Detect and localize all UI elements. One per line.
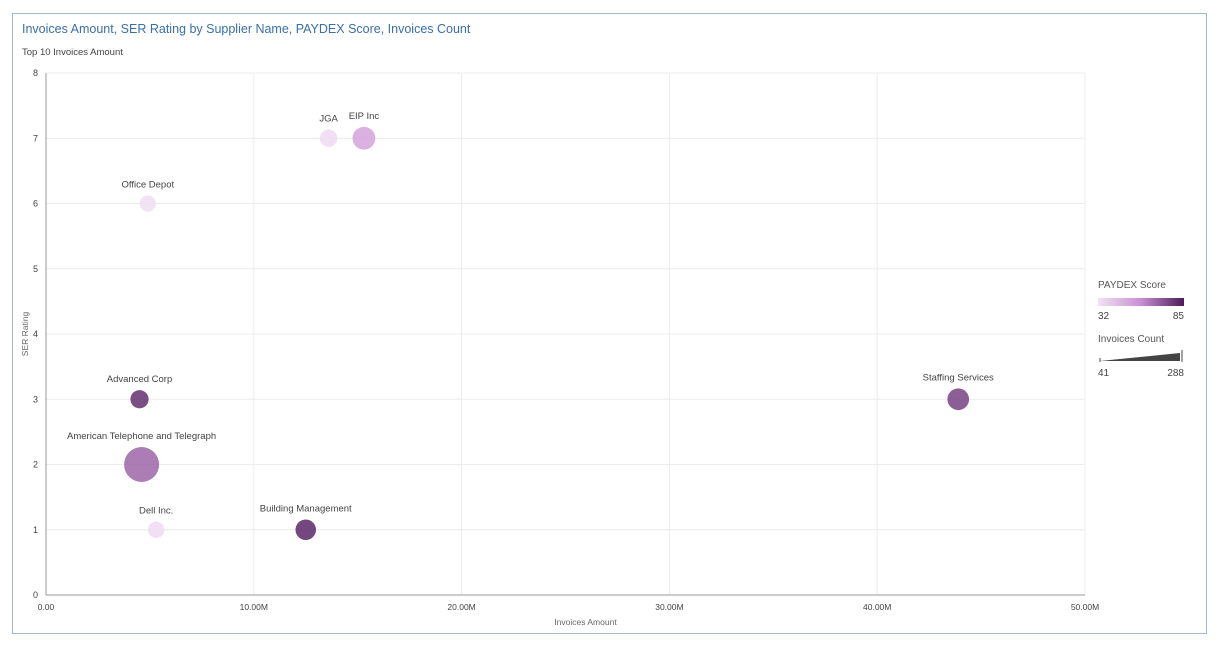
y-tick-label: 0 [33, 590, 38, 600]
legend-size-wedge [1099, 350, 1183, 362]
bubbles [124, 126, 970, 541]
y-tick-label: 6 [33, 199, 38, 209]
x-tick-label: 30.00M [655, 602, 683, 612]
bubble-label: EIP Inc [349, 111, 380, 122]
legend-size-title: Invoices Count [1098, 334, 1165, 345]
x-tick-label: 20.00M [447, 602, 475, 612]
bubble [139, 195, 156, 212]
bubble-label: American Telephone and Telegraph [67, 431, 216, 442]
x-tick-label: 50.00M [1071, 602, 1099, 612]
legend-color-title: PAYDEX Score [1098, 280, 1166, 291]
y-tick-label: 3 [33, 394, 38, 404]
bubble-label: Advanced Corp [107, 374, 172, 385]
legend-size: Invoices Count 41 288 [1098, 334, 1188, 379]
x-tick-label: 10.00M [240, 602, 268, 612]
y-tick-label: 2 [33, 460, 38, 470]
bubble-label: Dell Inc. [139, 505, 173, 516]
x-axis-title: Invoices Amount [554, 617, 617, 627]
legend-size-range: 41 288 [1098, 368, 1184, 379]
legend-color-gradient [1098, 298, 1184, 306]
y-tick-label: 4 [33, 329, 38, 339]
bubble [130, 390, 149, 409]
x-tick-label: 0.00 [38, 602, 55, 612]
legend-size-min: 41 [1098, 368, 1110, 379]
point-labels: JGA EIP Inc Office Depot Advanced Corp Ameri… [67, 111, 994, 517]
y-tick-label: 8 [33, 68, 38, 78]
bubble-label: Staffing Services [923, 372, 994, 383]
x-tick-label: 40.00M [863, 602, 891, 612]
bubble-label: Office Depot [122, 179, 175, 190]
bubble [295, 519, 317, 541]
y-tick-label: 1 [33, 525, 38, 535]
bubble-label: JGA [319, 114, 338, 125]
legend: PAYDEX Score 32 85 Invoices Count 41 288 [1098, 280, 1188, 379]
bubble [319, 129, 338, 147]
bubble [352, 126, 376, 150]
legend-color-min: 32 [1098, 311, 1110, 322]
bubble [124, 447, 160, 482]
y-tick-label: 5 [33, 264, 38, 274]
y-tick-label: 7 [33, 133, 38, 143]
legend-color-range: 32 85 [1098, 311, 1184, 322]
y-axis-title: SER Rating [20, 312, 30, 357]
legend-color-max: 85 [1172, 311, 1184, 322]
gridlines [46, 72, 1086, 595]
bubble [147, 521, 165, 539]
bubble [947, 388, 970, 411]
bubble-label: Building Management [260, 503, 352, 514]
legend-size-max: 288 [1167, 368, 1184, 379]
axes: 0 1 2 3 4 5 6 7 8 0.00 10.00M 20.00M 30.00M 40.00M 50.… [20, 68, 1099, 627]
scatter-plot: 0 1 2 3 4 5 6 7 8 0.00 10.00M 20.00M 30.00M 40.00M 50.… [20, 68, 1099, 627]
